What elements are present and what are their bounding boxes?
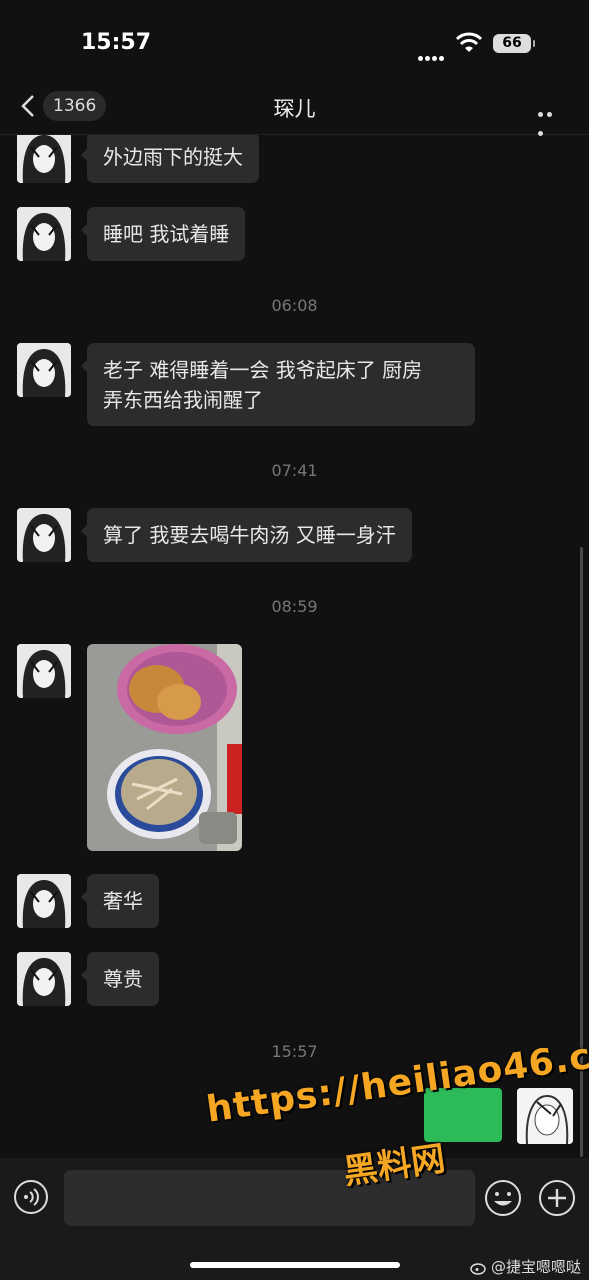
contact-avatar[interactable] [17, 135, 71, 183]
contact-avatar[interactable] [17, 343, 71, 397]
message-bubble[interactable]: 奢华 [81, 874, 159, 928]
home-indicator[interactable] [190, 1262, 400, 1268]
message-timestamp: 08:59 [271, 597, 318, 616]
contact-avatar[interactable] [17, 508, 71, 562]
my-avatar[interactable] [517, 1088, 573, 1144]
message-timestamp: 07:41 [271, 461, 318, 480]
message-timestamp: 06:08 [271, 296, 318, 315]
voice-input-icon[interactable] [13, 1179, 49, 1215]
contact-avatar[interactable] [17, 952, 71, 1006]
cellular-signal-icon [418, 46, 448, 61]
status-time: 15:57 [81, 30, 152, 55]
weibo-credit-text: @捷宝嗯嗯哒 [491, 1258, 582, 1276]
wifi-icon [456, 32, 482, 52]
message-list[interactable]: 外边雨下的挺大 睡吧 我试着睡 06:08 老子 难得睡着一会 我爷起床了 厨房… [0, 135, 589, 1158]
message-photo[interactable] [87, 644, 242, 851]
message-bubble[interactable]: 睡吧 我试着睡 [80, 207, 246, 261]
weibo-icon [470, 1262, 486, 1275]
message-bubble[interactable]: 外边雨下的挺大 [81, 135, 259, 183]
plus-icon[interactable] [538, 1179, 576, 1217]
battery-icon: 66 [493, 34, 535, 53]
emoji-icon[interactable] [484, 1179, 522, 1217]
weibo-credit: @捷宝嗯嗯哒 [470, 1256, 581, 1277]
status-bar: 15:57 66 [0, 0, 589, 80]
contact-avatar[interactable] [17, 874, 71, 928]
chat-header: 1366 琛儿 [0, 80, 589, 136]
contact-avatar[interactable] [17, 207, 71, 261]
contact-avatar[interactable] [17, 644, 71, 698]
message-bubble[interactable]: 算了 我要去喝牛肉汤 又睡一身汗 [81, 508, 412, 562]
more-options-icon[interactable] [538, 102, 564, 136]
chat-title: 琛儿 [273, 97, 316, 121]
message-bubble[interactable]: 尊贵 [81, 952, 159, 1006]
message-bubble[interactable]: 老子 难得睡着一会 我爷起床了 厨房 弄东西给我闹醒了 [81, 343, 475, 426]
